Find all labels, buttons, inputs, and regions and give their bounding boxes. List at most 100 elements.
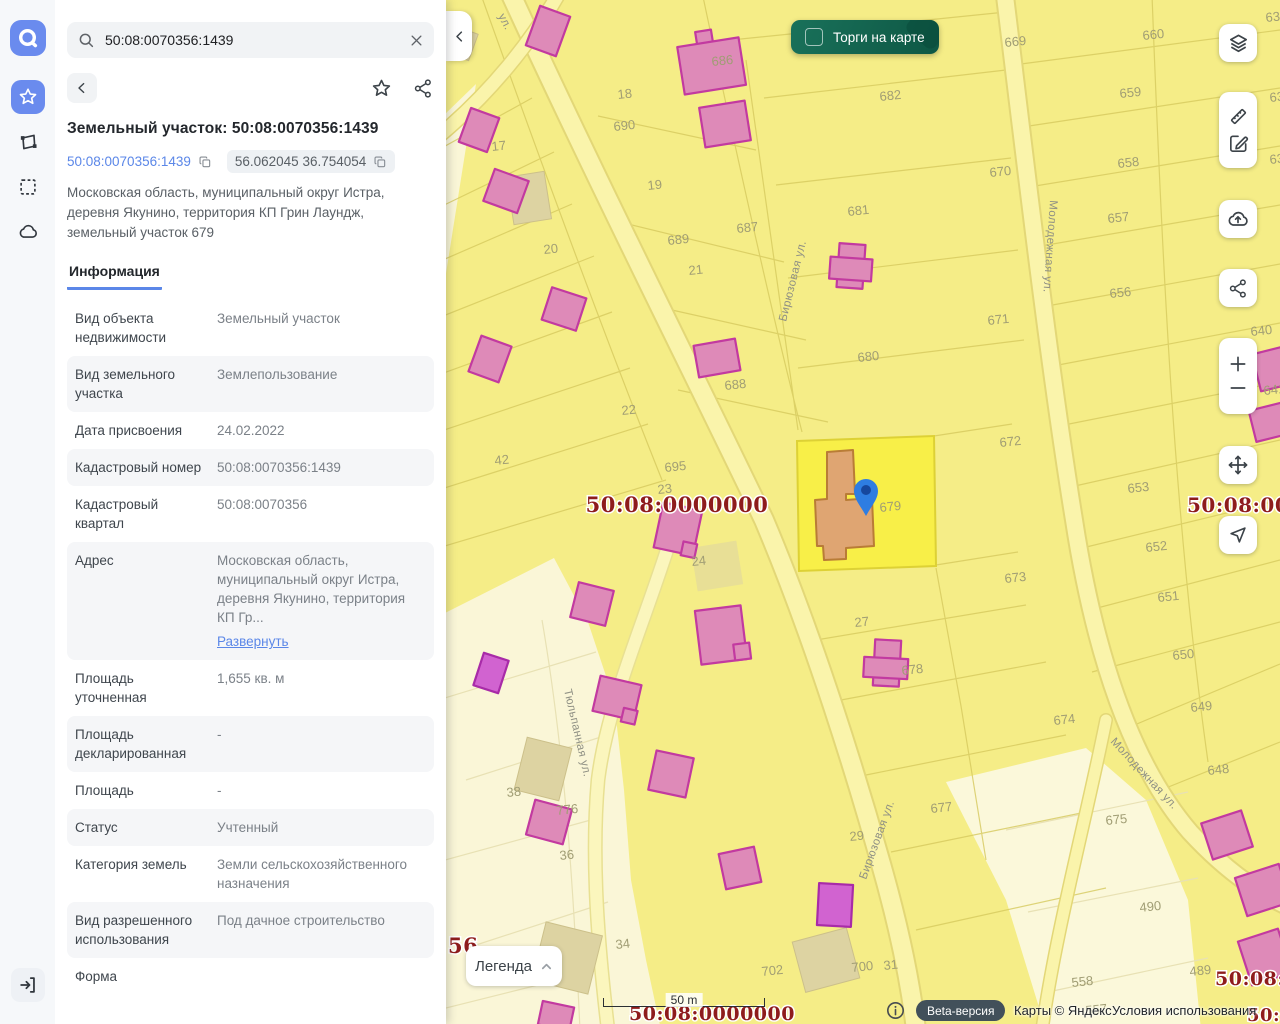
share-map-button[interactable] [1219, 269, 1257, 307]
parcel-number: 20 [543, 241, 559, 257]
chevron-left-icon [452, 29, 467, 44]
table-row: Категория земель Земли сельскохозяйствен… [67, 846, 434, 902]
page-title: Земельный участок: 50:08:0070356:1439 [67, 120, 434, 138]
legend-label: Легенда [475, 958, 532, 975]
row-value: 50:08:0070356:1439 [217, 460, 341, 475]
parcel-number: 649 [1190, 698, 1213, 715]
parcel-number: 680 [857, 348, 880, 365]
layers-button[interactable] [1219, 24, 1257, 62]
parcel-number: 22 [621, 402, 637, 418]
sidebar-item-favorites[interactable] [11, 80, 45, 114]
row-value: Учтенный [217, 820, 278, 835]
parcel-number: 658 [1117, 154, 1140, 171]
row-label: Вид разрешенного использования [75, 911, 207, 949]
row-value: 1,655 кв. м [217, 671, 284, 686]
app-logo[interactable] [10, 20, 46, 56]
parcel-number: 659 [1119, 84, 1142, 101]
terms-of-use-link[interactable]: Условия использования [1112, 1003, 1256, 1018]
share-icon [413, 78, 434, 99]
parcel-number: 34 [615, 936, 631, 952]
login-button[interactable] [11, 968, 45, 1002]
legend-button[interactable]: Легенда [466, 946, 562, 986]
info-icon [886, 1001, 905, 1020]
row-label: Дата присвоения [75, 421, 207, 440]
pan-move-icon [1226, 453, 1250, 477]
row-value: - [217, 727, 222, 742]
parcel-number: 21 [688, 262, 704, 278]
table-row: Площадь уточненная 1,655 кв. м [67, 660, 434, 716]
parcel-number: 637 [1269, 150, 1280, 167]
locate-me-button[interactable] [1219, 516, 1257, 554]
collapse-panel-button[interactable] [446, 11, 472, 61]
zoom-in-icon [1228, 354, 1248, 374]
coordinates-value: 56.062045 36.754054 [235, 154, 366, 169]
trades-on-map-toggle[interactable]: Торги на карте [791, 20, 939, 54]
share-object-button[interactable] [413, 78, 434, 99]
sidebar-item-cloud[interactable] [11, 215, 45, 249]
scale-label: 50 m [666, 993, 703, 1007]
map-canvas[interactable]: 6696606596586576566706716356366376406416… [446, 0, 1280, 1024]
scale-bar: 50 m [603, 998, 765, 1007]
quarter-label: 50:08:00000 [1215, 968, 1280, 990]
parcel-number: 677 [930, 799, 953, 816]
row-label: Статус [75, 818, 207, 837]
row-label: Площадь декларированная [75, 725, 207, 763]
cloud-upload-icon [1226, 207, 1250, 231]
parcel-number: 688 [724, 376, 747, 393]
layers-icon [1227, 32, 1250, 55]
edit-icon [1227, 132, 1250, 155]
sidebar-item-polygon-tool[interactable] [11, 125, 45, 159]
parcel-number: 656 [1109, 284, 1132, 301]
tabs: Информация [67, 257, 434, 291]
measure-draw-tools[interactable] [1219, 92, 1257, 168]
parcel-number: 18 [617, 86, 633, 102]
back-button[interactable] [67, 73, 97, 103]
address-text: Московская область, муниципальный округ … [67, 183, 434, 243]
row-label: Адрес [75, 551, 207, 651]
parcel-number: 648 [1207, 761, 1230, 778]
parcel-number: 687 [736, 219, 759, 236]
pan-button[interactable] [1219, 446, 1257, 484]
tab-information[interactable]: Информация [67, 257, 162, 290]
details-panel: Земельный участок: 50:08:0070356:1439 50… [55, 0, 446, 1024]
parcel-number: 657 [1107, 209, 1130, 226]
table-row: Площадь - [67, 772, 434, 809]
parcel-number: 651 [1157, 588, 1180, 605]
parcel-number: 635 [1265, 8, 1280, 25]
chevron-left-icon [74, 80, 90, 96]
search-input[interactable] [103, 31, 401, 49]
favorite-button[interactable] [370, 77, 393, 100]
app-rail [0, 0, 55, 1024]
upload-button[interactable] [1219, 200, 1257, 238]
info-button[interactable] [886, 1001, 905, 1020]
copy-icon[interactable] [373, 155, 387, 169]
star-icon [370, 77, 393, 100]
parcel-number: 17 [491, 138, 507, 154]
map-attribution[interactable]: Карты © Яндекс [1014, 1003, 1112, 1018]
parcel-number: 702 [761, 962, 784, 979]
search-icon [77, 31, 95, 49]
parcel-number: 675 [1105, 811, 1128, 828]
chevron-up-icon [540, 960, 553, 973]
parcel-number: 679 [879, 498, 902, 515]
expand-link[interactable]: Развернуть [217, 632, 289, 651]
share-icon [1228, 278, 1249, 299]
parcel-number: 36 [559, 847, 575, 863]
login-icon [17, 974, 39, 996]
beta-badge: Beta-версия [916, 1000, 1005, 1021]
parcel-number: 672 [999, 433, 1022, 450]
parcel-number: 700 [851, 958, 874, 975]
parcel-number: 681 [847, 202, 870, 219]
row-label: Вид земельного участка [75, 365, 207, 403]
row-value: - [217, 783, 222, 798]
row-value: Московская область, муниципальный округ … [217, 553, 405, 625]
clear-search-button[interactable] [409, 33, 424, 48]
cloud-icon [17, 221, 39, 243]
zoom-controls[interactable] [1219, 338, 1257, 414]
table-row: Вид земельного участка Землепользование [67, 356, 434, 412]
parcel-number: 38 [506, 784, 522, 800]
cadastral-number-link[interactable]: 50:08:0070356:1439 [67, 154, 191, 169]
copy-icon[interactable] [198, 155, 212, 169]
sidebar-item-select-area[interactable] [11, 170, 45, 204]
row-label: Кадастровый квартал [75, 495, 207, 533]
